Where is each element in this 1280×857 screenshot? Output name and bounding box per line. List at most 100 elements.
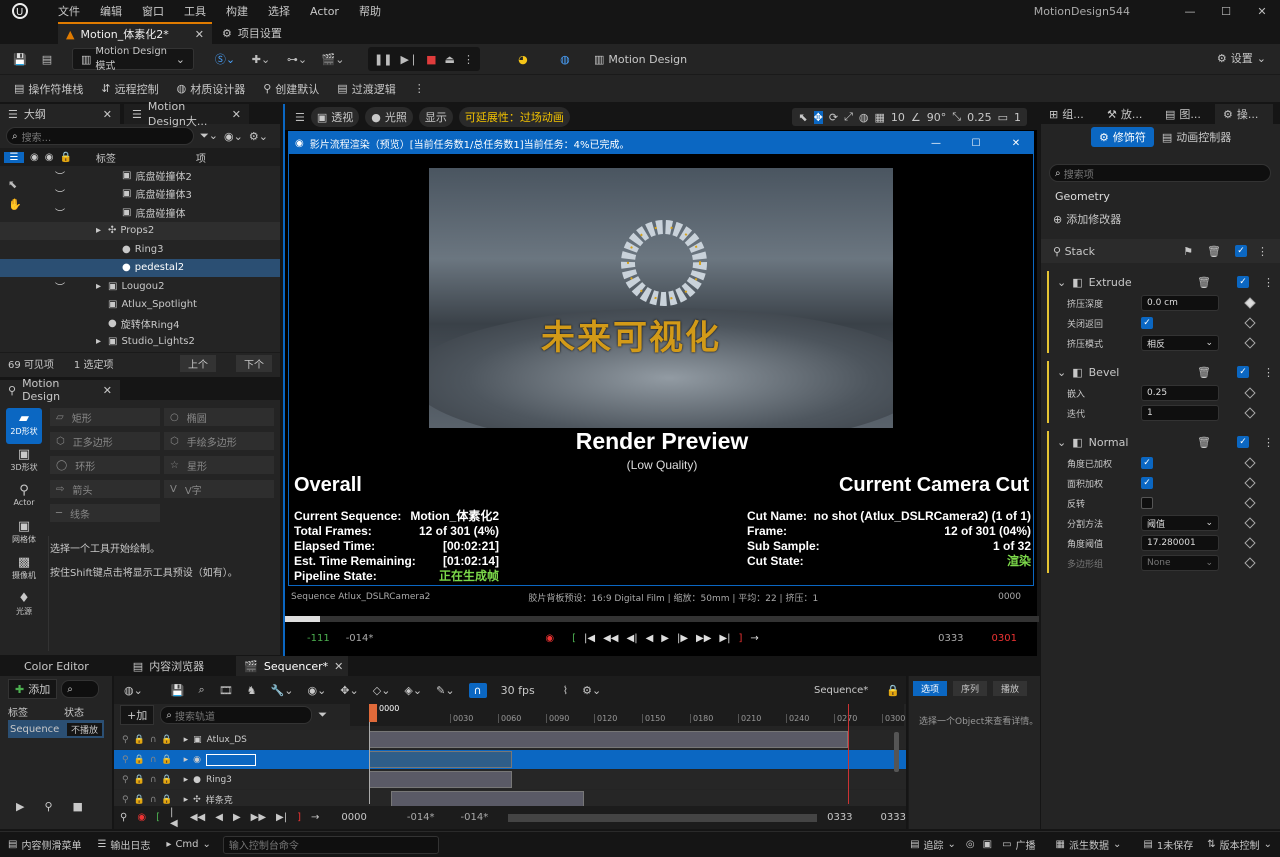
normal-header[interactable]: ⌄ ◧ Normal 🗑 ✓ ⋮ — [1049, 431, 1280, 453]
gear-icon[interactable]: ⚙⌄ — [249, 130, 268, 143]
select-tool-icon[interactable]: ⬉ — [8, 178, 28, 198]
tab-motion-design-outliner[interactable]: ☰ Motion Design大... ✕ — [124, 100, 249, 128]
next-button[interactable]: 下个 — [236, 355, 272, 372]
menu-item[interactable]: 工具 — [174, 3, 216, 19]
lock-icon[interactable]: 🔒 — [134, 755, 145, 765]
prev-button[interactable]: 上个 — [180, 355, 216, 372]
property-dropdown[interactable]: 阈值 ⌄ — [1141, 515, 1219, 531]
horizontal-scrollbar[interactable] — [508, 813, 818, 822]
details-tab[interactable]: ⚒ 放... — [1099, 104, 1157, 124]
loop-icon[interactable]: → — [311, 812, 319, 823]
property-input[interactable]: 1 — [1141, 405, 1219, 421]
grid-snap-icon[interactable]: ▦ — [875, 111, 885, 124]
view-icon[interactable]: ◉⌄ — [307, 684, 326, 697]
lock-icon[interactable]: 🔒 — [134, 735, 145, 745]
settings-button[interactable]: ⚙ 设置 ⌄ — [1217, 50, 1266, 66]
prev-frame-icon[interactable]: ◀| — [627, 633, 638, 644]
find-icon[interactable]: ⌕ — [199, 683, 205, 697]
lock-icon[interactable]: 🔒 — [886, 684, 900, 697]
keyframe-icon[interactable] — [1244, 407, 1256, 419]
bookmark-icon[interactable]: ⚑ — [1183, 245, 1193, 258]
timeline-scrub-bar[interactable] — [285, 616, 1039, 622]
more-icon[interactable]: ⋮ — [1263, 366, 1274, 379]
jump-start-icon[interactable]: |◀ — [584, 633, 595, 644]
keyframe-icon[interactable] — [1244, 317, 1256, 329]
trace-button[interactable]: ▤ 追踪 ⌄ — [904, 837, 962, 852]
close-icon[interactable]: ✕ — [103, 108, 112, 121]
expand-arrow-icon[interactable]: ▸ — [184, 795, 189, 805]
mark-in-icon[interactable]: [ — [572, 633, 576, 644]
filter-icon[interactable]: ⏷ — [318, 708, 327, 722]
keyframe-icon[interactable] — [1244, 497, 1256, 509]
details-search-input[interactable]: ⌕ 搜索项 — [1049, 164, 1271, 182]
save-icon[interactable]: 💾 — [10, 53, 30, 66]
outliner-row[interactable]: ● pedestal2 — [0, 258, 280, 277]
unreal-logo-icon[interactable]: U — [6, 0, 34, 22]
tool-button[interactable]: ⇨ 箭头 — [50, 480, 160, 498]
blueprint-icon[interactable]: ⊶⌄ — [282, 53, 312, 66]
track-section[interactable] — [391, 791, 584, 806]
outliner-row[interactable]: ▣ Atlux_Spotlight — [0, 296, 280, 315]
next-key-icon[interactable]: ▶▶ — [696, 633, 711, 644]
add-track-button[interactable]: +加 — [120, 705, 155, 725]
property-checkbox[interactable]: ✓ — [1141, 317, 1153, 329]
tool-button[interactable]: ▱ 矩形 — [50, 408, 160, 426]
next-frame-icon[interactable]: |▶ — [677, 633, 688, 644]
tab-level[interactable]: ▲ Motion_体素化2* ✕ — [58, 22, 212, 44]
source-icon[interactable]: Ⓢ⌄ — [210, 51, 240, 67]
motion-design-button[interactable]: ▥ Motion Design — [594, 53, 687, 66]
eye-icon[interactable]: ◉⌄ — [224, 130, 243, 143]
visibility-icon[interactable]: ︶ — [50, 168, 70, 183]
category-0[interactable]: ▰ 2D形状 — [6, 408, 42, 444]
playback-icon[interactable]: ✥⌄ — [340, 684, 358, 697]
loop-icon[interactable]: → — [750, 633, 758, 644]
angle-snap-icon[interactable]: ∠ — [911, 111, 921, 124]
prev-key-icon[interactable]: ◀◀ — [603, 633, 618, 644]
play-icon[interactable]: ▶ — [661, 633, 669, 644]
category-2[interactable]: ⚲ Actor — [6, 480, 42, 516]
anim-controller-tab[interactable]: ▤ 动画控制器 — [1162, 129, 1231, 145]
normal-enabled-checkbox[interactable]: ✓ — [1237, 436, 1249, 448]
expand-arrow-icon[interactable]: ▸ — [184, 735, 189, 745]
mark-in-icon[interactable]: [ — [156, 812, 160, 823]
bevel-enabled-checkbox[interactable]: ✓ — [1237, 366, 1249, 378]
keyframe-icon[interactable] — [1244, 297, 1256, 309]
outliner-row[interactable]: ︶ ▸ ▣ Lougou2 — [0, 277, 280, 296]
pause-icon[interactable]: ❚❚ — [374, 53, 392, 66]
step-icon[interactable]: ▶❘ — [400, 53, 418, 66]
camera-speed-icon[interactable]: ▭ — [998, 111, 1008, 124]
modifiers-tab[interactable]: ⚙ 修饰符 — [1091, 127, 1154, 147]
keyframe-icon[interactable] — [1244, 337, 1256, 349]
details-tab[interactable]: ⚙ 操... — [1215, 104, 1273, 124]
filter-icon[interactable]: ⏷⌄ — [200, 129, 218, 143]
toolbar2-button[interactable]: ⇵ 远程控制 — [101, 81, 158, 97]
keyframe-icon[interactable] — [1244, 477, 1256, 489]
property-input[interactable]: 0.25 — [1141, 385, 1219, 401]
timeline-ruler[interactable]: 0000 0030 0060 0090 0120 0150 0180 0210 0240 0270… — [350, 704, 905, 726]
close-icon[interactable]: ✕ — [232, 108, 241, 121]
play-icon[interactable]: ▶ — [233, 812, 241, 823]
details-tab[interactable]: ▤ 图... — [1157, 104, 1215, 124]
seq-detail-tab[interactable]: 序列 — [953, 680, 988, 696]
next-key-icon[interactable]: ▶▶ — [251, 812, 266, 823]
source-control-button[interactable]: ⇅ 版本控制 ⌄ — [1199, 837, 1280, 852]
keyframe-icon[interactable] — [1244, 537, 1256, 549]
game-icon[interactable]: ◕ — [512, 53, 534, 66]
seq-detail-tab[interactable]: 选项 — [913, 680, 948, 696]
broadcast-button[interactable]: ▭ 广播 — [996, 837, 1041, 852]
record-icon[interactable]: ◎ — [962, 839, 979, 850]
property-input[interactable]: 0.0 cm — [1141, 295, 1219, 311]
menu-item[interactable]: 编辑 — [90, 3, 132, 19]
tab-outliner[interactable]: ☰ 大纲 ✕ — [0, 104, 120, 124]
gear-icon[interactable]: ⚙⌄ — [582, 684, 601, 697]
delete-icon[interactable]: 🗑 — [1197, 366, 1211, 379]
world-icon[interactable]: ◍ — [859, 111, 869, 124]
delete-icon[interactable]: 🗑 — [1207, 245, 1221, 258]
jump-end-icon[interactable]: ▶| — [276, 812, 287, 823]
tool-button[interactable]: ⬡ 正多边形 — [50, 432, 160, 450]
hamburger-icon[interactable]: ☰ — [295, 111, 305, 124]
property-checkbox[interactable]: ✓ — [1141, 477, 1153, 489]
delete-icon[interactable]: 🗑 — [1197, 436, 1211, 449]
snap-icon[interactable]: ∩ — [150, 755, 157, 765]
tool-button[interactable]: ◯ 环形 — [50, 456, 160, 474]
